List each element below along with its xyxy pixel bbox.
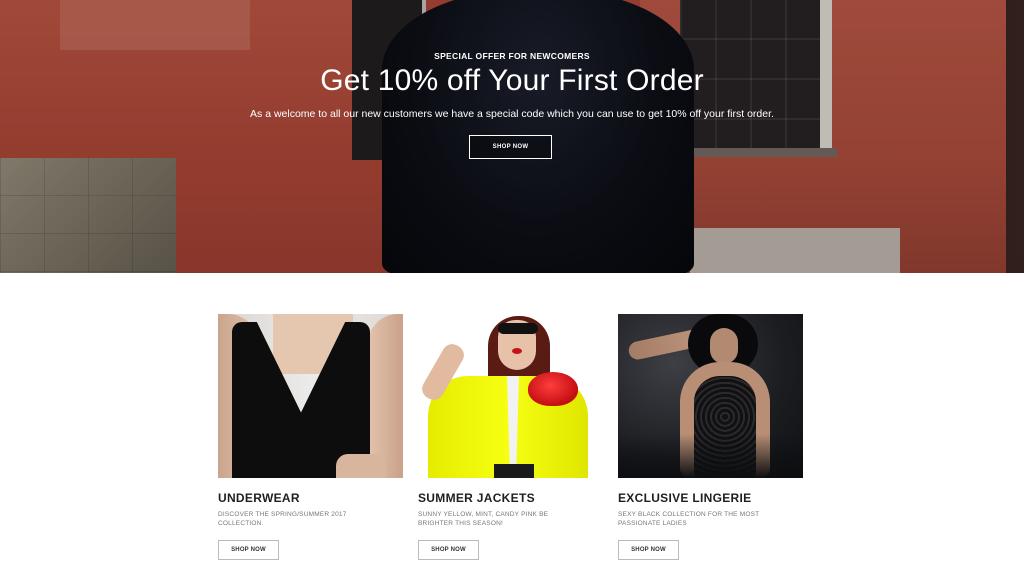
image-shape (512, 348, 522, 354)
category-title[interactable]: SUMMER JACKETS (418, 491, 603, 505)
category-image-summer-jackets[interactable] (418, 314, 603, 478)
hero-description: As a welcome to all our new customers we… (250, 108, 774, 120)
category-card-summer-jackets: SUMMER JACKETS SUNNY YELLOW, MINT, CANDY… (418, 314, 603, 560)
shop-now-button[interactable]: SHOP NOW (418, 540, 479, 560)
shop-now-button[interactable]: SHOP NOW (618, 540, 679, 560)
category-title[interactable]: EXCLUSIVE LINGERIE (618, 491, 803, 505)
image-shape (498, 323, 538, 334)
category-image-exclusive-lingerie[interactable] (618, 314, 803, 478)
category-subtitle: SEXY BLACK COLLECTION FOR THE MOST PASSI… (618, 511, 760, 527)
hero-title: Get 10% off Your First Order (320, 64, 704, 97)
category-subtitle: SUNNY YELLOW, MINT, CANDY PINK BE BRIGHT… (418, 511, 549, 527)
image-shape (528, 372, 578, 406)
hero-banner: SPECIAL OFFER FOR NEWCOMERS Get 10% off … (0, 0, 1024, 273)
category-image-underwear[interactable] (218, 314, 403, 478)
shop-now-button[interactable]: SHOP NOW (218, 540, 279, 560)
hero-shop-now-button[interactable]: SHOP NOW (469, 135, 552, 159)
category-card-underwear: UNDERWEAR DISCOVER THE SPRING/SUMMER 201… (218, 314, 403, 560)
hero-eyebrow: SPECIAL OFFER FOR NEWCOMERS (434, 51, 590, 61)
category-title[interactable]: UNDERWEAR (218, 491, 403, 505)
category-card-exclusive-lingerie: EXCLUSIVE LINGERIE SEXY BLACK COLLECTION… (618, 314, 803, 560)
category-subtitle: DISCOVER THE SPRING/SUMMER 2017 COLLECTI… (218, 511, 347, 527)
image-shape (710, 328, 738, 364)
image-shape (494, 464, 534, 478)
image-shape (336, 454, 386, 478)
image-shape (618, 434, 803, 478)
